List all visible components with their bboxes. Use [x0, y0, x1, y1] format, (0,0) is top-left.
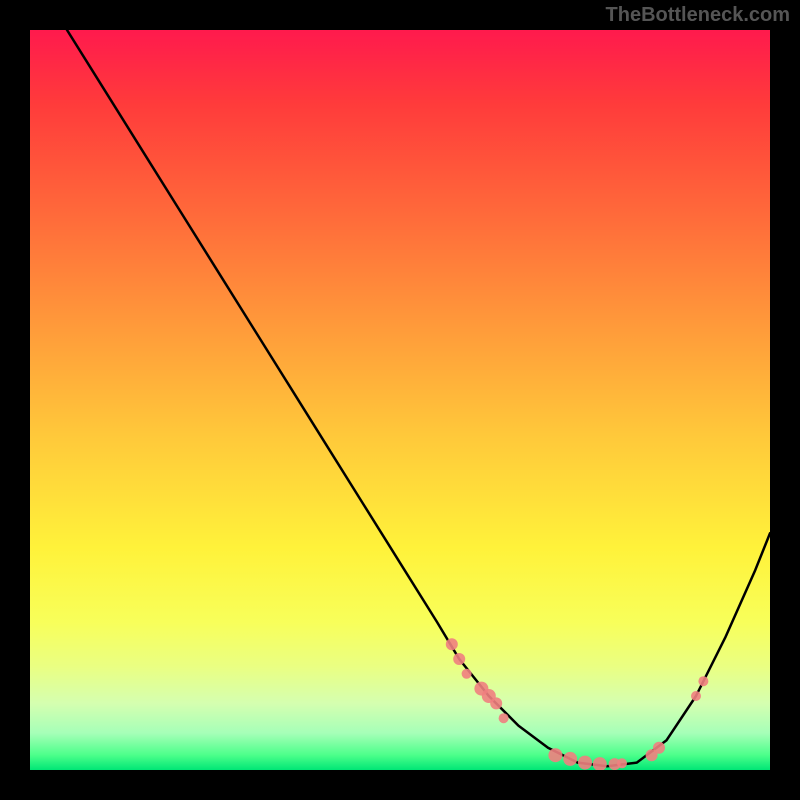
curve-line — [67, 30, 770, 766]
curve-markers — [446, 638, 709, 770]
watermark-text: TheBottleneck.com — [606, 4, 790, 27]
curve-svg — [30, 30, 770, 770]
chart-container: TheBottleneck.com — [0, 0, 800, 800]
plot-area — [30, 30, 770, 770]
